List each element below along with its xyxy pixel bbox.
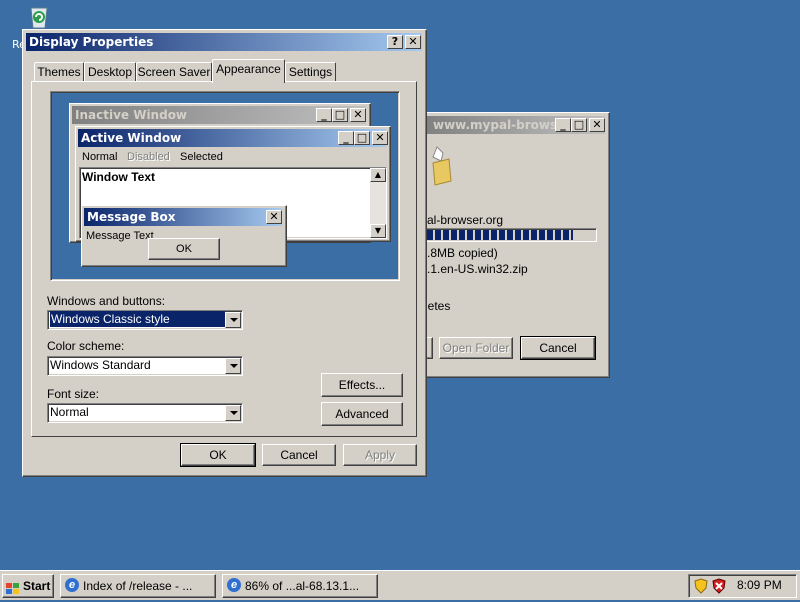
scroll-up-icon: ▲ bbox=[370, 168, 386, 182]
preview-window-text: Window Text bbox=[82, 170, 155, 184]
scroll-down-icon: ▼ bbox=[370, 224, 386, 238]
taskbar-item-index[interactable]: e Index of /release - ... bbox=[60, 574, 216, 598]
cancel-button[interactable]: Cancel bbox=[262, 444, 336, 466]
tab-appearance[interactable]: Appearance bbox=[212, 59, 285, 83]
download-window: www.mypal-browser.... _ □ ✕ al-browser.o… bbox=[420, 112, 610, 378]
advanced-button[interactable]: Advanced bbox=[321, 402, 403, 426]
download-source: al-browser.org bbox=[427, 213, 504, 227]
preview-msgbox-ok-button: OK bbox=[148, 238, 220, 260]
clock[interactable]: 8:09 PM bbox=[737, 578, 782, 592]
security-shield-icon[interactable] bbox=[693, 578, 709, 594]
download-completes: letes bbox=[425, 299, 451, 313]
windows-buttons-value: Windows Classic style bbox=[50, 311, 225, 327]
font-size-select[interactable]: Normal bbox=[47, 403, 243, 423]
folder-icon bbox=[429, 143, 455, 187]
preview-msgbox-text: Message Text bbox=[86, 230, 154, 242]
tab-strip: Themes Desktop Screen Saver Appearance S… bbox=[31, 59, 421, 83]
minimize-button[interactable]: _ bbox=[555, 118, 571, 132]
taskbar: Start e Index of /release - ... e 86% of… bbox=[0, 570, 800, 600]
maximize-icon: □ bbox=[332, 108, 348, 122]
download-progress-fill bbox=[427, 230, 574, 240]
preview-msgbox-title-bar: Message Box bbox=[84, 208, 282, 226]
tab-settings[interactable]: Settings bbox=[285, 62, 336, 82]
minimize-icon: _ bbox=[338, 131, 354, 145]
preview-menu-normal: Normal bbox=[82, 151, 118, 163]
download-cancel-button[interactable]: Cancel bbox=[520, 336, 596, 360]
open-folder-button[interactable]: Open Folder bbox=[439, 337, 513, 359]
windows-logo-icon bbox=[6, 580, 20, 594]
tab-desktop[interactable]: Desktop bbox=[84, 62, 136, 82]
preview-menu-selected: Selected bbox=[180, 151, 223, 163]
effects-button[interactable]: Effects... bbox=[321, 373, 403, 397]
maximize-button[interactable]: □ bbox=[571, 118, 587, 132]
taskbar-item-label: 86% of ...al-68.13.1... bbox=[245, 579, 360, 593]
chevron-down-icon[interactable] bbox=[225, 312, 241, 328]
preview-message-box: Message Box ✕ Message Text OK bbox=[81, 205, 287, 267]
close-button[interactable]: ✕ bbox=[589, 118, 605, 132]
preview-scrollbar: ▲ ▼ bbox=[370, 168, 386, 238]
windows-buttons-select[interactable]: Windows Classic style bbox=[47, 310, 243, 330]
tab-themes[interactable]: Themes bbox=[34, 62, 84, 82]
close-button[interactable]: ✕ bbox=[405, 35, 421, 49]
start-label: Start bbox=[23, 579, 51, 593]
download-copied: .8MB copied) bbox=[427, 246, 498, 260]
alert-shield-icon[interactable] bbox=[711, 578, 727, 594]
chevron-down-icon[interactable] bbox=[225, 405, 241, 421]
color-scheme-value: Windows Standard bbox=[50, 358, 151, 372]
system-tray: 8:09 PM bbox=[688, 574, 797, 598]
preview-active-title: Active Window bbox=[81, 131, 182, 145]
font-size-value: Normal bbox=[50, 405, 89, 419]
taskbar-item-download[interactable]: e 86% of ...al-68.13.1... bbox=[222, 574, 378, 598]
appearance-preview: Inactive Window _ □ ✕ Active Window _ □ … bbox=[50, 91, 400, 281]
close-icon: ✕ bbox=[266, 210, 282, 224]
recycle-bin-icon[interactable] bbox=[26, 3, 52, 29]
ie-icon: e bbox=[65, 578, 79, 592]
maximize-icon: □ bbox=[354, 131, 370, 145]
preview-msgbox-title: Message Box bbox=[87, 210, 176, 224]
ok-button[interactable]: OK bbox=[180, 443, 256, 467]
download-file: .1.en-US.win32.zip bbox=[427, 262, 528, 276]
help-button[interactable]: ? bbox=[387, 35, 403, 49]
chevron-down-icon[interactable] bbox=[225, 358, 241, 374]
dialog-title-bar[interactable]: Display Properties bbox=[26, 33, 422, 51]
dialog-title: Display Properties bbox=[29, 35, 154, 49]
taskbar-item-label: Index of /release - ... bbox=[83, 579, 193, 593]
close-icon: ✕ bbox=[350, 108, 366, 122]
preview-inactive-title: Inactive Window bbox=[75, 108, 188, 122]
minimize-icon: _ bbox=[316, 108, 332, 122]
ie-icon: e bbox=[227, 578, 241, 592]
display-properties-dialog: Display Properties ? ✕ Themes Desktop Sc… bbox=[22, 29, 427, 477]
apply-button[interactable]: Apply bbox=[343, 444, 417, 466]
download-progress-bar bbox=[425, 228, 597, 242]
tab-screen-saver[interactable]: Screen Saver bbox=[136, 62, 212, 82]
color-scheme-select[interactable]: Windows Standard bbox=[47, 356, 243, 376]
start-button[interactable]: Start bbox=[2, 574, 54, 598]
font-size-label: Font size: bbox=[47, 387, 100, 401]
preview-menu-disabled: Disabled bbox=[127, 151, 170, 163]
color-scheme-label: Color scheme: bbox=[47, 339, 125, 353]
windows-buttons-label: Windows and buttons: bbox=[47, 294, 166, 308]
close-icon: ✕ bbox=[372, 131, 388, 145]
